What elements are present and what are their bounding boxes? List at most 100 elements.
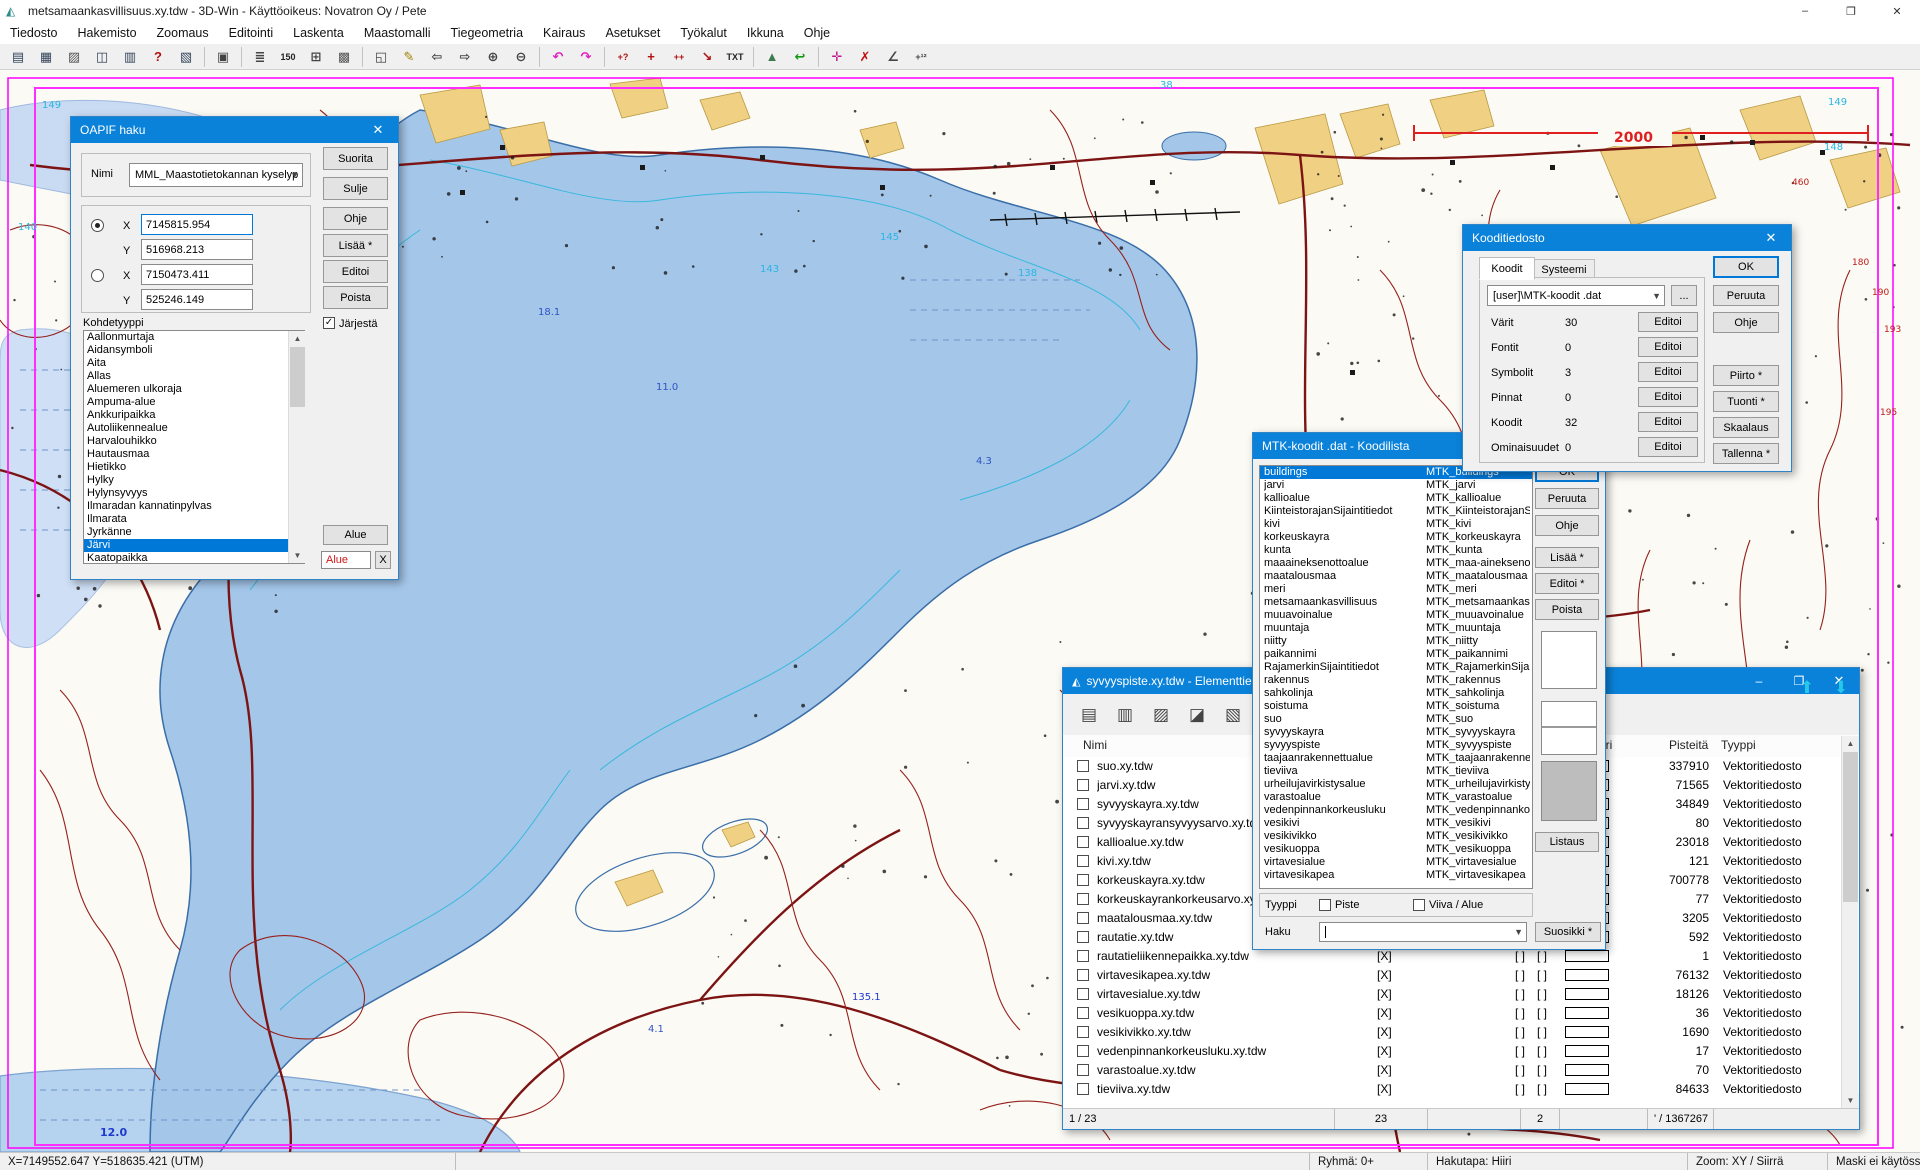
import-button[interactable]: Tuonti * xyxy=(1713,391,1779,412)
element-flag-2[interactable]: [ ] xyxy=(1537,1063,1547,1077)
element-checkbox[interactable] xyxy=(1077,1083,1089,1095)
element-row[interactable]: virtavesialue.xy.tdw [X] [ ] [ ] 18126 V… xyxy=(1063,985,1859,1004)
help-button[interactable]: Ohje xyxy=(1535,515,1599,536)
menu-item[interactable]: Ikkuna xyxy=(737,22,794,44)
file-help-icon[interactable]: ? xyxy=(145,45,171,69)
element-row[interactable]: virtavesikapea.xy.tdw [X] [ ] [ ] 76132 … xyxy=(1063,966,1859,985)
code-list-item[interactable]: tieviiva MTK_tieviiva xyxy=(1260,765,1532,778)
element-checkbox[interactable] xyxy=(1077,988,1089,1000)
feature-type-item[interactable]: Aita xyxy=(84,357,304,370)
menu-item[interactable]: Työkalut xyxy=(670,22,737,44)
element-color-swatch[interactable] xyxy=(1565,950,1609,962)
code-list-item[interactable]: meri MTK_meri xyxy=(1260,583,1532,596)
point-checkbox[interactable] xyxy=(1319,899,1331,911)
element-flag-x[interactable]: [X] xyxy=(1377,968,1392,982)
draw-button[interactable]: Piirto * xyxy=(1713,365,1779,386)
feature-type-item[interactable]: Hietikko xyxy=(84,461,304,474)
pan-right-icon[interactable]: ⇨ xyxy=(452,45,478,69)
tab-koodit[interactable]: Koodit xyxy=(1479,257,1535,280)
sort-checkbox[interactable]: ✓ xyxy=(323,317,335,329)
code-list-item[interactable]: vesikivikko MTK_vesikivikko xyxy=(1260,830,1532,843)
point-number-icon[interactable]: 150 xyxy=(275,45,301,69)
zoom-window-icon[interactable]: ◱ xyxy=(368,45,394,69)
scroll-down-icon[interactable]: ▼ xyxy=(289,548,306,563)
column-header-pisteita[interactable]: Pisteitä xyxy=(1669,738,1708,752)
favorites-button[interactable]: Suosikki * xyxy=(1535,922,1601,942)
feature-type-item[interactable]: Hylynsyvyys xyxy=(84,487,304,500)
point-plus-icon[interactable]: ++ xyxy=(666,45,692,69)
file-list-icon[interactable]: ▧ xyxy=(173,45,199,69)
line-area-checkbox[interactable] xyxy=(1413,899,1425,911)
edit-point-icon[interactable]: ✎ xyxy=(396,45,422,69)
element-flag-x[interactable]: [X] xyxy=(1377,987,1392,1001)
query-select[interactable]: MML_Maastotietokannan kyselyp▼ xyxy=(129,163,303,187)
feature-type-item[interactable]: Ampuma-alue xyxy=(84,396,304,409)
element-flag-2[interactable]: [ ] xyxy=(1537,987,1547,1001)
column-header-tyyppi[interactable]: Tyyppi xyxy=(1721,738,1756,752)
code-list-item[interactable]: muuavoinalue MTK_muuavoinalue xyxy=(1260,609,1532,622)
read-file-format-icon[interactable]: ▥ xyxy=(1109,700,1141,730)
angle-measure-icon[interactable]: ∠ xyxy=(880,45,906,69)
menu-item[interactable]: Asetukset xyxy=(595,22,670,44)
element-list-scrollbar[interactable]: ▲ ▼ xyxy=(1841,736,1858,1108)
edit-button[interactable]: Editoi xyxy=(323,260,388,283)
oapif-title-bar[interactable]: OAPIF haku ✕ xyxy=(71,117,398,143)
element-flag-2[interactable]: [ ] xyxy=(1537,1006,1547,1020)
point-find-icon[interactable]: +? xyxy=(610,45,636,69)
scaling-button[interactable]: Skaalaus xyxy=(1713,417,1779,438)
element-list-minimize-button[interactable]: – xyxy=(1739,668,1779,694)
element-checkbox[interactable] xyxy=(1077,798,1089,810)
element-checkbox[interactable] xyxy=(1077,969,1089,981)
element-flag-x[interactable]: [X] xyxy=(1377,949,1392,963)
profile-view-icon[interactable]: ▲ xyxy=(759,45,785,69)
x1-input[interactable]: 7145815.954 xyxy=(141,214,253,235)
element-color-swatch[interactable] xyxy=(1565,1026,1609,1038)
menu-item[interactable]: Tiegeometria xyxy=(441,22,534,44)
element-flag-1[interactable]: [ ] xyxy=(1515,968,1525,982)
feature-type-item[interactable]: Ankkuripaikka xyxy=(84,409,304,422)
chevron-down-icon[interactable]: ▼ xyxy=(290,170,299,180)
point-12-icon[interactable]: +¹² xyxy=(908,45,934,69)
read-file-icon[interactable]: ▤ xyxy=(1073,700,1105,730)
close-dialog-button[interactable]: Sulje xyxy=(323,177,388,200)
browse-button[interactable]: ... xyxy=(1671,285,1697,306)
coord2-radio[interactable] xyxy=(91,269,104,282)
element-checkbox[interactable] xyxy=(1077,1064,1089,1076)
code-list-item[interactable]: vesikivi MTK_vesikivi xyxy=(1260,817,1532,830)
code-list-item[interactable]: RajamerkinSijaintitiedot MTK_RajamerkinS… xyxy=(1260,661,1532,674)
element-checkbox[interactable] xyxy=(1077,836,1089,848)
add-element-icon[interactable]: ◪ xyxy=(1181,700,1213,730)
scroll-up-icon[interactable]: ▲ xyxy=(289,331,306,346)
element-checkbox[interactable] xyxy=(1077,912,1089,924)
code-list-item[interactable]: kunta MTK_kunta xyxy=(1260,544,1532,557)
undo-icon[interactable]: ↶ xyxy=(545,45,571,69)
ok-button[interactable]: OK xyxy=(1713,256,1779,278)
feature-type-item[interactable]: Ilmaradan kannatinpylvas xyxy=(84,500,304,513)
feature-type-item[interactable]: Harvalouhikko xyxy=(84,435,304,448)
element-checkbox[interactable] xyxy=(1077,1007,1089,1019)
edit-button[interactable]: Editoi xyxy=(1638,437,1698,457)
file-export-icon[interactable]: ▥ xyxy=(117,45,143,69)
y2-input[interactable]: 525246.149 xyxy=(141,289,253,310)
delete-button[interactable]: Poista xyxy=(1535,599,1599,620)
element-flag-x[interactable]: [X] xyxy=(1377,1006,1392,1020)
clipboard-icon[interactable]: ▣ xyxy=(210,45,236,69)
element-flag-1[interactable]: [ ] xyxy=(1515,949,1525,963)
element-flag-1[interactable]: [ ] xyxy=(1515,1006,1525,1020)
element-row[interactable]: varastoalue.xy.tdw [X] [ ] [ ] 70 Vektor… xyxy=(1063,1061,1859,1080)
scroll-down-icon[interactable]: ▼ xyxy=(1842,1093,1859,1108)
code-list-item[interactable]: muuntaja MTK_muuntaja xyxy=(1260,622,1532,635)
edit-button[interactable]: Editoi xyxy=(1638,337,1698,357)
element-flag-x[interactable]: [X] xyxy=(1377,1082,1392,1096)
element-checkbox[interactable] xyxy=(1077,817,1089,829)
element-flag-2[interactable]: [ ] xyxy=(1537,968,1547,982)
element-flag-1[interactable]: [ ] xyxy=(1515,987,1525,1001)
code-list-item[interactable]: vedenpinnankorkeusluku MTK_vedenpinnanko… xyxy=(1260,804,1532,817)
element-color-swatch[interactable] xyxy=(1565,1045,1609,1057)
menu-item[interactable]: Tiedosto xyxy=(0,22,67,44)
menu-item[interactable]: Laskenta xyxy=(283,22,354,44)
move-down-icon[interactable]: ⬇ xyxy=(1825,673,1857,703)
column-header-nimi[interactable]: Nimi xyxy=(1083,738,1107,752)
xyz-toggle-icon[interactable]: ✛ xyxy=(824,45,850,69)
element-flag-1[interactable]: [ ] xyxy=(1515,1063,1525,1077)
